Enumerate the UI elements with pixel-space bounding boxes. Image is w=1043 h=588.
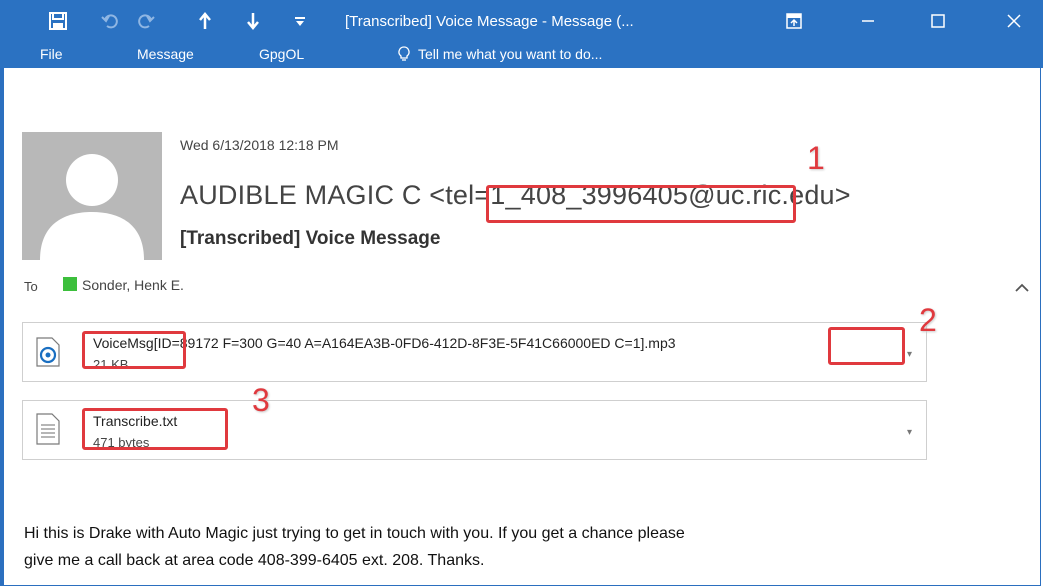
attachment-dropdown-icon[interactable]: ▾ bbox=[907, 427, 912, 438]
text-file-icon bbox=[36, 413, 60, 450]
window-title: [Transcribed] Voice Message - Message (.… bbox=[345, 13, 634, 30]
audio-file-icon bbox=[36, 337, 60, 372]
tell-me-box[interactable]: Tell me what you want to do... bbox=[398, 46, 602, 62]
tab-gpgol[interactable]: GpgOL bbox=[259, 46, 304, 62]
body-line: Hi this is Drake with Auto Magic just tr… bbox=[24, 525, 685, 542]
save-icon[interactable] bbox=[46, 10, 70, 32]
sender-avatar bbox=[22, 132, 162, 260]
window-frame bbox=[0, 0, 1041, 586]
annotation-number-3: 3 bbox=[252, 382, 270, 418]
attachment-dropdown-icon[interactable]: ▾ bbox=[907, 349, 912, 360]
ribbon-display-icon[interactable] bbox=[782, 10, 806, 32]
message-body: Hi this is Drake with Auto Magic just tr… bbox=[24, 520, 1024, 574]
minimize-icon[interactable] bbox=[846, 6, 890, 36]
ribbon-tabs: File Message GpgOL Tell me what you want… bbox=[0, 46, 1043, 68]
collapse-header-icon[interactable] bbox=[1013, 281, 1031, 295]
highlight-box-3 bbox=[828, 327, 905, 365]
customize-icon[interactable] bbox=[290, 10, 310, 32]
highlight-box-1 bbox=[486, 185, 796, 223]
title-bar: [Transcribed] Voice Message - Message (.… bbox=[0, 0, 1043, 68]
presence-indicator bbox=[63, 277, 77, 291]
close-icon[interactable] bbox=[992, 6, 1036, 36]
up-arrow-icon[interactable] bbox=[193, 10, 217, 32]
to-label: To bbox=[24, 279, 38, 294]
tell-me-text: Tell me what you want to do... bbox=[418, 46, 603, 62]
recipient-name[interactable]: Sonder, Henk E. bbox=[82, 277, 184, 293]
tab-message[interactable]: Message bbox=[137, 46, 194, 62]
annotation-number-1: 1 bbox=[807, 140, 825, 176]
tab-file[interactable]: File bbox=[40, 46, 63, 62]
lightbulb-icon bbox=[398, 46, 410, 61]
annotation-number-2: 2 bbox=[919, 302, 937, 338]
message-subject: [Transcribed] Voice Message bbox=[180, 228, 441, 249]
redo-icon[interactable] bbox=[134, 10, 158, 32]
highlight-box-4 bbox=[82, 408, 228, 450]
highlight-box-2 bbox=[82, 331, 186, 369]
down-arrow-icon[interactable] bbox=[241, 10, 265, 32]
message-date: Wed 6/13/2018 12:18 PM bbox=[180, 137, 339, 153]
body-line: give me a call back at area code 408-399… bbox=[24, 552, 485, 569]
undo-icon[interactable] bbox=[98, 10, 122, 32]
maximize-icon[interactable] bbox=[916, 6, 960, 36]
